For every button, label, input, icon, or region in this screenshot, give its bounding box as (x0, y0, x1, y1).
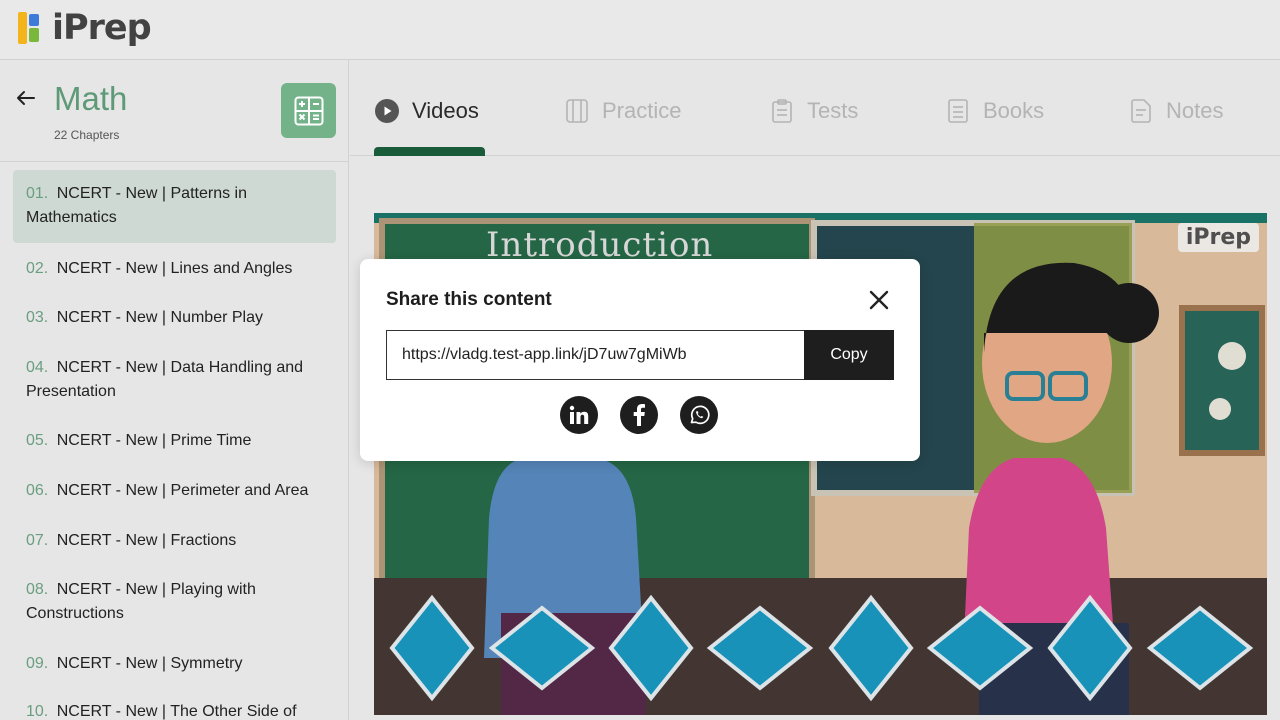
chapter-title: NCERT - New | Prime Time (56, 432, 252, 449)
content-tabs: Videos Practice Tests Books Notes (350, 60, 1280, 156)
chapter-list: 01. NCERT - New | Patterns in Mathematic… (13, 170, 336, 720)
chapter-title: NCERT - New | Perimeter and Area (56, 482, 309, 499)
active-tab-indicator (374, 147, 485, 156)
chapter-number: 06. (26, 482, 49, 499)
share-link-input[interactable] (386, 330, 805, 380)
social-share-buttons (560, 396, 718, 434)
book-icon (945, 98, 971, 124)
facebook-icon (633, 404, 645, 426)
tab-tests[interactable]: Tests (769, 98, 858, 124)
tab-practice[interactable]: Practice (564, 98, 681, 124)
chapter-title: NCERT - New | Lines and Angles (56, 260, 293, 277)
tab-notes[interactable]: Notes (1128, 98, 1223, 124)
chapter-item[interactable]: 08. NCERT - New | Playing with Construct… (13, 578, 336, 626)
chapter-number: 09. (26, 655, 49, 672)
tab-videos[interactable]: Videos (374, 98, 479, 124)
subject-title: Math (54, 80, 128, 117)
logo-mark-icon (18, 12, 39, 44)
chapter-number: 08. (26, 581, 49, 598)
chapter-number: 05. (26, 432, 49, 449)
chapter-number: 10. (26, 703, 49, 720)
chapter-item[interactable]: 09. NCERT - New | Symmetry (13, 652, 336, 676)
chapter-title: NCERT - New | Data Handling and Presenta… (26, 359, 304, 400)
chapter-title: NCERT - New | The Other Side of (56, 703, 297, 720)
sidebar-header: Math 22 Chapters (0, 60, 348, 162)
chapter-item[interactable]: 04. NCERT - New | Data Handling and Pres… (13, 356, 336, 404)
clipboard-icon (769, 98, 795, 124)
chapter-number: 03. (26, 309, 49, 326)
whatsapp-share-button[interactable] (680, 396, 718, 434)
copy-button[interactable]: Copy (804, 330, 894, 380)
tab-label: Notes (1166, 98, 1224, 123)
chapter-item[interactable]: 03. NCERT - New | Number Play (13, 306, 336, 330)
chapter-number: 07. (26, 532, 49, 549)
chapter-item-active[interactable]: 01. NCERT - New | Patterns in Mathematic… (13, 170, 336, 243)
chapter-item[interactable]: 02. NCERT - New | Lines and Angles (13, 257, 336, 281)
linkedin-icon (569, 405, 589, 424)
chapter-title: NCERT - New | Fractions (56, 532, 237, 549)
chapter-number: 02. (26, 260, 49, 277)
chapter-item[interactable]: 07. NCERT - New | Fractions (13, 529, 336, 553)
chapter-title: NCERT - New | Patterns in Mathematics (26, 185, 247, 226)
play-circle-icon (374, 98, 400, 124)
top-bar: iPrep (0, 0, 1280, 60)
chapter-item[interactable]: 05. NCERT - New | Prime Time (13, 429, 336, 453)
chapter-count: 22 Chapters (54, 128, 120, 142)
calculator-button[interactable] (281, 83, 336, 138)
chapter-title: NCERT - New | Symmetry (56, 655, 243, 672)
share-modal: Share this content Copy (360, 259, 920, 461)
tab-books[interactable]: Books (945, 98, 1044, 124)
tab-label: Videos (412, 98, 479, 123)
chapter-title: NCERT - New | Number Play (56, 309, 263, 326)
facebook-share-button[interactable] (620, 396, 658, 434)
calculator-icon (294, 96, 323, 125)
tab-label: Books (983, 98, 1045, 123)
practice-icon (564, 98, 590, 124)
chapter-item[interactable]: 06. NCERT - New | Perimeter and Area (13, 479, 336, 503)
whatsapp-icon (690, 405, 710, 425)
share-modal-title: Share this content (386, 289, 552, 310)
logo-text: iPrep (52, 8, 152, 48)
chapter-number: 04. (26, 359, 49, 376)
chapter-title: NCERT - New | Playing with Constructions (26, 581, 256, 622)
notes-icon (1128, 98, 1154, 124)
chapter-number: 01. (26, 185, 49, 202)
back-arrow-icon[interactable] (14, 86, 38, 110)
chapter-item[interactable]: 10. NCERT - New | The Other Side of (13, 700, 336, 720)
tab-label: Practice (602, 98, 682, 123)
close-icon[interactable] (868, 289, 890, 311)
iprep-logo[interactable]: iPrep (18, 8, 152, 48)
chapter-sidebar: Math 22 Chapters 01. NCERT - New | Patte… (0, 60, 349, 720)
linkedin-share-button[interactable] (560, 396, 598, 434)
tab-label: Tests (807, 98, 859, 123)
